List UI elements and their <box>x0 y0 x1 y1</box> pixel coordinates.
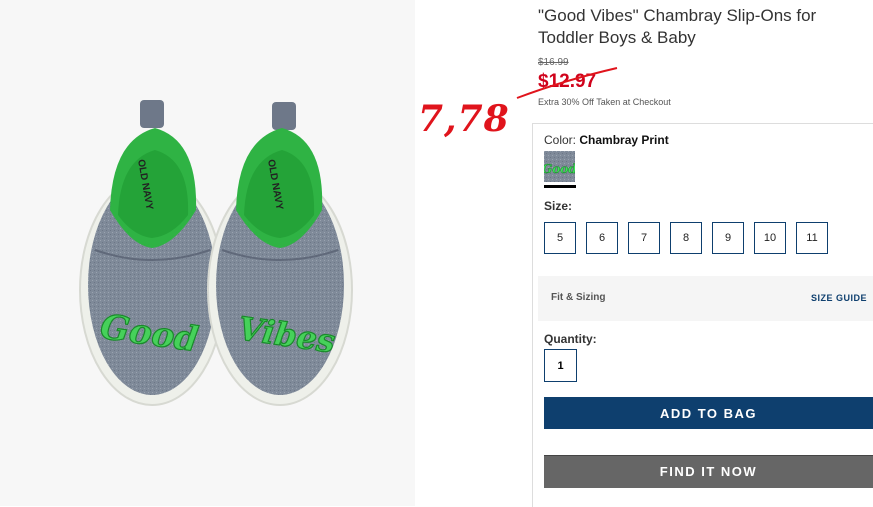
size-option-10[interactable]: 10 <box>754 222 786 254</box>
size-option-5[interactable]: 5 <box>544 222 576 254</box>
swatch-pattern: Good <box>544 151 575 182</box>
swatch-selected-indicator <box>544 185 576 188</box>
right-shoe: OLD NAVY Vibes <box>207 102 353 406</box>
promo-text: Extra 30% Off Taken at Checkout <box>538 97 671 107</box>
size-option-6[interactable]: 6 <box>586 222 618 254</box>
quantity-input[interactable]: 1 <box>544 349 577 382</box>
size-label: Size: <box>544 199 573 213</box>
swatch-text: Good <box>544 162 575 176</box>
add-to-bag-button[interactable]: ADD TO BAG <box>544 397 873 429</box>
color-value: Chambray Print <box>579 133 669 147</box>
size-options: 5 6 7 8 9 10 11 <box>544 222 828 254</box>
quantity-label: Quantity: <box>544 332 597 346</box>
product-title: "Good Vibes" Chambray Slip-Ons for Toddl… <box>538 6 817 47</box>
size-option-7[interactable]: 7 <box>628 222 660 254</box>
color-swatch-chambray[interactable]: Good <box>544 151 575 182</box>
color-label-prefix: Color: <box>544 133 577 147</box>
fit-and-sizing-bar[interactable]: Fit & Sizing SIZE GUIDE <box>538 276 873 321</box>
left-shoe: OLD NAVY Good <box>79 100 225 406</box>
size-guide-link[interactable]: SIZE GUIDE <box>811 293 867 303</box>
size-option-9[interactable]: 9 <box>712 222 744 254</box>
handwritten-price-annotation: 7,78 <box>418 98 510 140</box>
size-option-11[interactable]: 11 <box>796 222 828 254</box>
shoes-illustration: OLD NAVY Good OLD NAVY Vibes <box>79 100 353 406</box>
find-it-now-button[interactable]: FIND IT NOW <box>544 455 873 488</box>
fit-and-sizing-label: Fit & Sizing <box>551 292 606 303</box>
size-option-8[interactable]: 8 <box>670 222 702 254</box>
sale-price: $12.97 <box>538 71 597 92</box>
original-price: $16.99 <box>538 57 569 68</box>
product-image[interactable]: OLD NAVY Good OLD NAVY Vibes <box>0 0 415 506</box>
color-label: Color: Chambray Print <box>544 133 669 147</box>
